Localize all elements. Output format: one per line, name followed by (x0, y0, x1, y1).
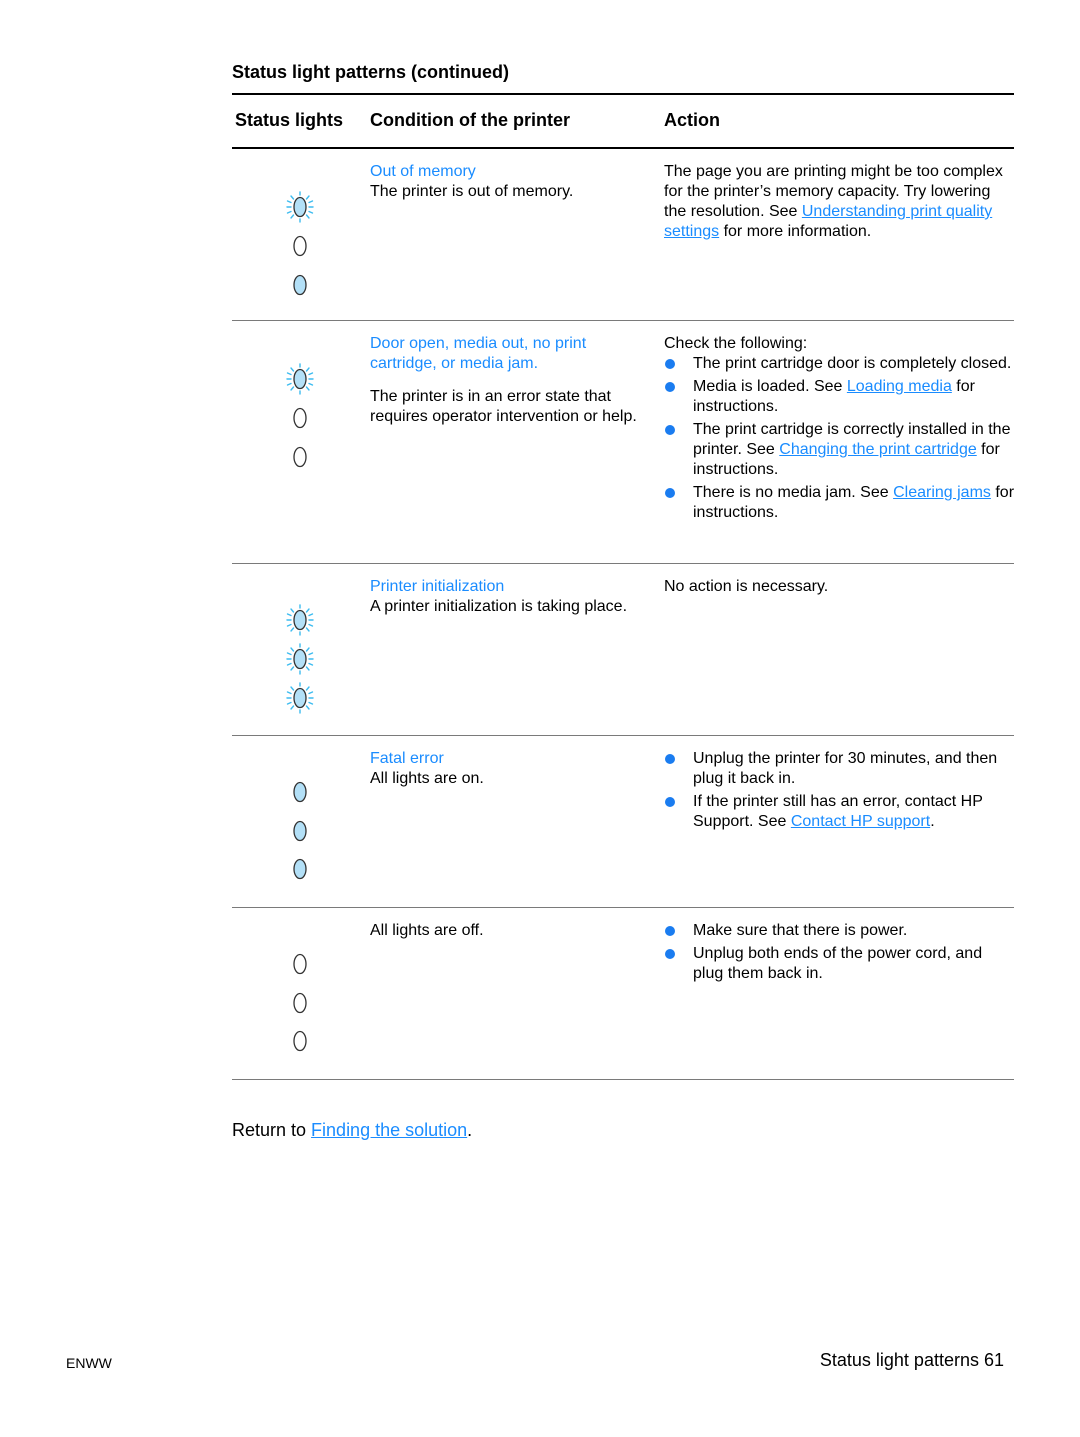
table-row: Door open, media out, no print cartridge… (232, 321, 1014, 564)
bullet-icon (665, 425, 675, 435)
status-light-blinking-icon (284, 682, 316, 714)
status-light-blinking-icon (284, 363, 316, 395)
bullet-icon (665, 797, 675, 807)
action-item-text: There is no media jam. See (693, 484, 894, 501)
condition-description: The printer is in an error state that re… (370, 388, 637, 425)
action-item-text: Make sure that there is power. (693, 922, 908, 939)
condition-cell: Fatal error All lights are on. (370, 749, 655, 789)
condition-description: All lights are off. (370, 922, 484, 939)
action-item-text: . (930, 813, 935, 830)
link-clearing-jams[interactable]: Clearing jams (893, 484, 991, 501)
action-item: Media is loaded. See Loading media for i… (664, 377, 1016, 417)
link-contact-hp-support[interactable]: Contact HP support (791, 813, 930, 830)
status-light-table: Status lights Condition of the printer A… (232, 93, 1014, 1080)
action-list: The print cartridge door is completely c… (664, 354, 1016, 523)
status-light-off-icon (284, 948, 316, 980)
status-light-on-icon (284, 269, 316, 301)
condition-description: The printer is out of memory. (370, 183, 574, 200)
link-loading-media[interactable]: Loading media (847, 378, 952, 395)
status-light-off-icon (284, 1025, 316, 1057)
table-row: Fatal error All lights are on. Unplug th… (232, 736, 1014, 908)
condition-description: All lights are on. (370, 770, 484, 787)
action-item: The print cartridge door is completely c… (664, 354, 1016, 374)
action-intro: Check the following: (664, 335, 808, 352)
action-cell: Check the following: The print cartridge… (664, 334, 1016, 523)
action-item-text: Unplug both ends of the power cord, and … (693, 945, 983, 982)
bullet-icon (665, 488, 675, 498)
condition-title: Printer initialization (370, 578, 505, 595)
condition-cell: All lights are off. (370, 921, 655, 941)
action-cell: Make sure that there is power. Unplug bo… (664, 921, 1016, 984)
table-row: All lights are off. Make sure that there… (232, 908, 1014, 1080)
status-light-off-icon (284, 441, 316, 473)
action-text: No action is necessary. (664, 578, 829, 595)
bullet-icon (665, 949, 675, 959)
bullet-icon (665, 754, 675, 764)
action-list: Make sure that there is power. Unplug bo… (664, 921, 1016, 984)
action-item: Unplug both ends of the power cord, and … (664, 944, 1016, 984)
action-item: If the printer still has an error, conta… (664, 792, 1016, 832)
action-item-text: Media is loaded. See (693, 378, 847, 395)
bullet-icon (665, 359, 675, 369)
footer-page-label: Status light patterns 61 (819, 1350, 1004, 1370)
action-item: There is no media jam. See Clearing jams… (664, 483, 1016, 523)
action-cell: The page you are printing might be too c… (664, 162, 1016, 242)
condition-title: Door open, media out, no print cartridge… (370, 335, 587, 372)
action-item: Unplug the printer for 30 minutes, and t… (664, 749, 1016, 789)
condition-cell: Printer initialization A printer initial… (370, 577, 655, 617)
action-item-text: The print cartridge door is completely c… (693, 355, 1012, 372)
return-suffix: . (467, 1120, 473, 1140)
status-light-blinking-icon (284, 191, 316, 223)
condition-title: Fatal error (370, 750, 444, 767)
link-finding-the-solution[interactable]: Finding the solution (311, 1120, 467, 1140)
action-cell: No action is necessary. (664, 577, 1016, 597)
header-action: Action (664, 110, 720, 130)
table-row: Printer initialization A printer initial… (232, 564, 1014, 736)
table-header: Status lights Condition of the printer A… (232, 93, 1014, 149)
section-title: Status light patterns (continued) (232, 62, 509, 82)
link-changing-print-cartridge[interactable]: Changing the print cartridge (779, 441, 976, 458)
action-item-text: Unplug the printer for 30 minutes, and t… (693, 750, 998, 787)
status-light-blinking-icon (284, 643, 316, 675)
footer-doc-code: ENWW (66, 1355, 112, 1371)
header-condition: Condition of the printer (370, 110, 570, 130)
action-cell: Unplug the printer for 30 minutes, and t… (664, 749, 1016, 832)
action-item: The print cartridge is correctly install… (664, 420, 1016, 480)
bullet-icon (665, 382, 675, 392)
status-light-on-icon (284, 776, 316, 808)
status-light-on-icon (284, 815, 316, 847)
status-light-on-icon (284, 853, 316, 885)
status-light-off-icon (284, 987, 316, 1019)
status-light-blinking-icon (284, 604, 316, 636)
bullet-icon (665, 926, 675, 936)
return-text: Return to (232, 1120, 312, 1140)
status-light-off-icon (284, 402, 316, 434)
action-item: Make sure that there is power. (664, 921, 1016, 941)
header-status-lights: Status lights (235, 110, 344, 130)
table-row: Out of memory The printer is out of memo… (232, 149, 1014, 321)
condition-description: A printer initialization is taking place… (370, 598, 628, 615)
return-line: Return to Finding the solution. (232, 1119, 472, 1141)
condition-cell: Door open, media out, no print cartridge… (370, 334, 655, 427)
action-text: for more information. (719, 223, 872, 240)
action-list: Unplug the printer for 30 minutes, and t… (664, 749, 1016, 832)
status-light-off-icon (284, 230, 316, 262)
condition-cell: Out of memory The printer is out of memo… (370, 162, 655, 202)
condition-title: Out of memory (370, 163, 476, 180)
